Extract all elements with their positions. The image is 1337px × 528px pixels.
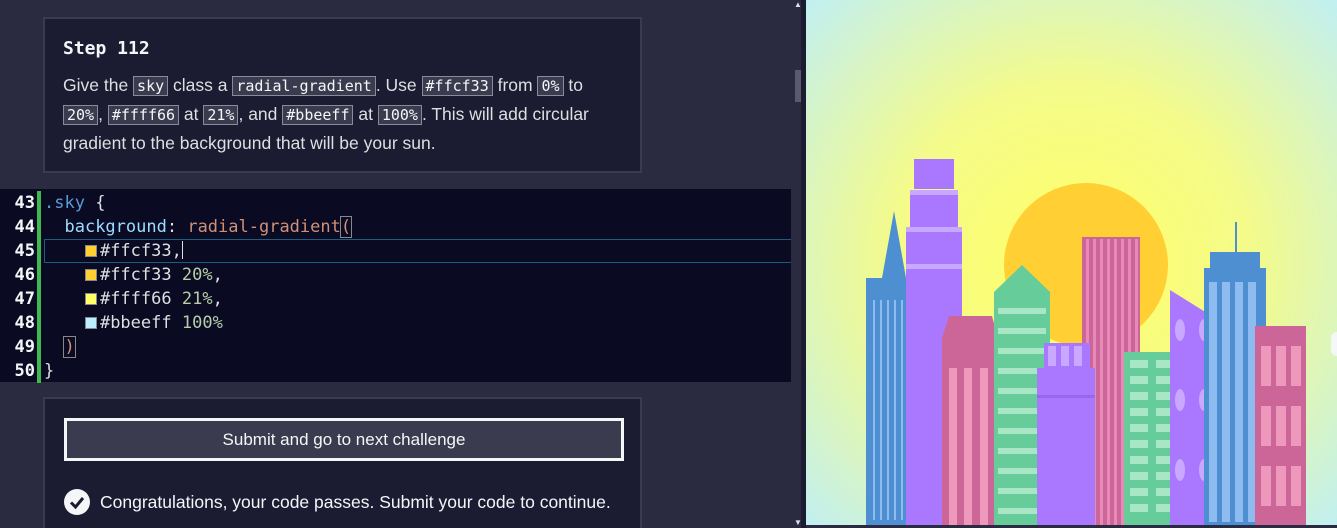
inline-code: #bbeeff: [282, 105, 354, 125]
city-skyline-preview: [806, 0, 1337, 528]
inline-code: #ffcf33: [421, 76, 493, 96]
brace: {: [84, 193, 106, 213]
css-function: radial-gradient: [187, 217, 341, 237]
desc-text: from: [492, 75, 538, 95]
code-text[interactable]: background: radial-gradient(: [44, 215, 353, 239]
css-selector: .sky: [44, 193, 85, 213]
checkmark-icon: [64, 489, 90, 515]
color-swatch[interactable]: [84, 317, 97, 329]
code-line[interactable]: 47 #ffff66 21%,: [0, 287, 801, 311]
inline-code: #ffff66: [107, 105, 180, 125]
desc-text: to: [563, 75, 584, 95]
punctuation: ,: [171, 241, 182, 261]
inline-code: radial-gradient: [232, 76, 376, 96]
brace: }: [44, 361, 55, 381]
code-line[interactable]: 50 }: [0, 359, 801, 383]
step-title: Step 112: [63, 38, 150, 59]
color-swatch[interactable]: [84, 245, 97, 257]
change-marker: [37, 359, 41, 383]
instructions-panel: Step 112 Give the sky class a radial-gra…: [43, 17, 642, 173]
line-number: 43: [14, 193, 35, 213]
submit-button[interactable]: Submit and go to next challenge: [64, 418, 624, 461]
color-swatch[interactable]: [84, 269, 97, 281]
change-marker: [37, 335, 41, 359]
desc-text: at: [353, 104, 378, 124]
color-value: #bbeeff: [99, 313, 172, 333]
punctuation: ,: [212, 289, 223, 309]
punctuation: ,: [212, 265, 223, 285]
code-text[interactable]: }: [44, 359, 54, 383]
step-description: Give the sky class a radial-gradient. Us…: [63, 71, 622, 157]
line-number: 47: [14, 289, 35, 309]
line-number: 45: [14, 241, 35, 261]
color-swatch[interactable]: [84, 293, 97, 305]
code-line[interactable]: 48 #bbeeff 100%: [0, 311, 801, 335]
inline-code: 0%: [537, 76, 564, 96]
line-number: 50: [14, 361, 35, 381]
desc-text: ,: [98, 104, 108, 124]
inline-code: 100%: [377, 105, 422, 125]
code-line[interactable]: 44 background: radial-gradient(: [0, 215, 801, 239]
building-pink-right: [1255, 326, 1306, 528]
building-purple-center: [1037, 343, 1095, 528]
line-number: 48: [14, 313, 35, 333]
paren: (: [339, 216, 353, 238]
paren: ): [63, 336, 76, 358]
percent-value: 100%: [181, 313, 223, 333]
code-line[interactable]: 43 .sky {: [0, 191, 801, 215]
change-marker: [37, 311, 41, 335]
submit-panel: Submit and go to next challenge Congratu…: [43, 397, 642, 528]
desc-text: at: [179, 104, 204, 124]
inline-code: sky: [133, 76, 169, 96]
code-line[interactable]: 46 #ffcf33 20%,: [0, 263, 801, 287]
code-line[interactable]: 49 ): [0, 335, 801, 359]
colon: :: [166, 217, 188, 237]
inline-code: 20%: [63, 105, 99, 125]
code-text[interactable]: #ffcf33,: [44, 239, 183, 263]
editor-pane: Step 112 Give the sky class a radial-gra…: [0, 0, 805, 528]
desc-text: . Use: [375, 75, 422, 95]
desc-text: , and: [238, 104, 283, 124]
percent-value: 20%: [181, 265, 213, 285]
color-value: #ffcf33: [99, 241, 172, 261]
code-line-active[interactable]: 45 #ffcf33,: [0, 239, 801, 263]
change-marker: [37, 191, 41, 215]
change-marker: [37, 263, 41, 287]
code-text[interactable]: #ffff66 21%,: [44, 287, 223, 311]
code-text[interactable]: #bbeeff 100%: [44, 311, 223, 335]
code-text[interactable]: .sky {: [44, 191, 105, 215]
inline-code: 21%: [203, 105, 239, 125]
color-value: #ffcf33: [99, 265, 172, 285]
success-message: Congratulations, your code passes. Submi…: [100, 491, 611, 512]
desc-text: class a: [168, 75, 233, 95]
percent-value: 21%: [181, 289, 213, 309]
line-number: 46: [14, 265, 35, 285]
change-marker: [37, 239, 41, 263]
change-marker: [37, 215, 41, 239]
text-cursor: [181, 241, 183, 259]
building-pink-left: [942, 316, 998, 528]
color-value: #ffff66: [99, 289, 172, 309]
code-text[interactable]: #ffcf33 20%,: [44, 263, 223, 287]
css-property: background: [64, 217, 167, 237]
change-marker: [37, 287, 41, 311]
code-text[interactable]: ): [44, 335, 76, 359]
preview-pane: [806, 0, 1337, 528]
code-editor[interactable]: 43 .sky { 44 background: radial-gradient…: [0, 189, 801, 383]
success-message-row: Congratulations, your code passes. Submi…: [64, 489, 611, 515]
line-number: 49: [14, 337, 35, 357]
line-number: 44: [14, 217, 35, 237]
desc-text: Give the: [63, 75, 134, 95]
preview-resize-handle[interactable]: [1331, 332, 1337, 356]
